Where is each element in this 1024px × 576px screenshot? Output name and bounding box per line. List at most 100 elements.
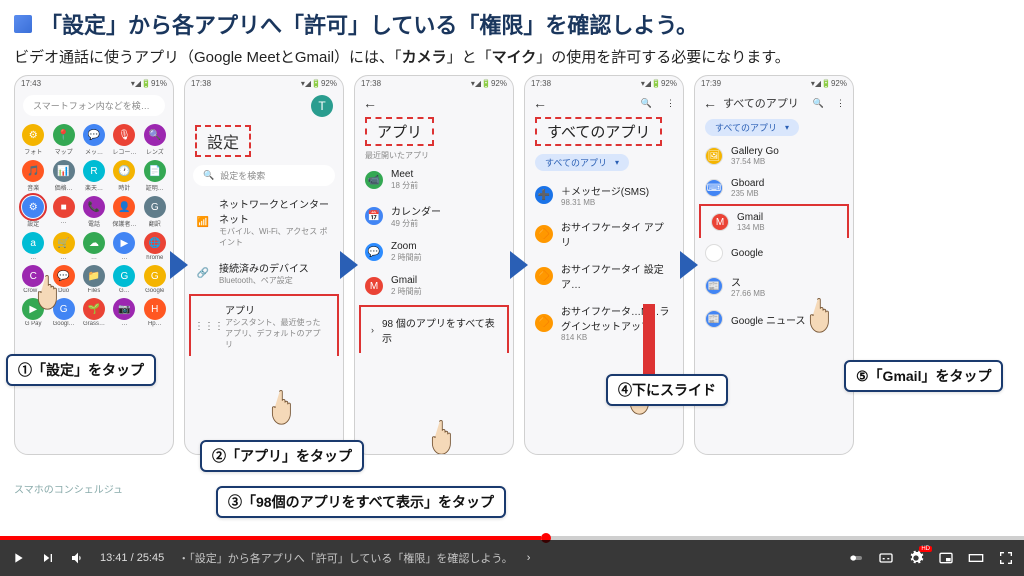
callout-4: ④下にスライド [606, 374, 728, 406]
hand-icon [267, 386, 303, 430]
app-cell[interactable]: 📍マップ [49, 124, 77, 156]
chevron-right-icon: › [527, 552, 531, 564]
settings-search[interactable]: 🔍 設定を検索 [193, 165, 335, 186]
app-cell[interactable]: ⚙設定 [19, 196, 47, 228]
settings-row[interactable]: 🔗接続済みのデバイスBluetooth、ペア設定 [185, 254, 343, 292]
app-row[interactable]: 💬Zoom2 時間前 [355, 235, 513, 269]
status-time: 17:38 [531, 79, 551, 88]
subtitle: ビデオ通話に使うアプリ（Google MeetとGmail）には、「カメラ」と「… [14, 46, 1010, 67]
app-cell[interactable]: 💬メッ… [80, 124, 108, 156]
subtitle-bold1: カメラ [402, 49, 447, 66]
app-cell[interactable]: R楽天… [80, 160, 108, 192]
app-cell[interactable]: ▶… [110, 232, 138, 261]
search-icon[interactable]: 🔍 [641, 98, 652, 109]
theater-button[interactable] [968, 550, 984, 566]
all-apps-list[interactable]: ➕＋メッセージ(SMS)98.31 MB🔶おサイフケータイ アプリ🔶おサイフケー… [525, 177, 683, 348]
slide-title: 「設定」から各アプリへ「許可」している「権限」を確認しよう。 [40, 8, 698, 40]
volume-button[interactable] [70, 550, 86, 566]
allapps-title-wrap: すべてのアプリ [525, 115, 683, 148]
more-icon[interactable]: ⋮ [666, 98, 675, 109]
app-cell[interactable]: 👤保護者… [110, 196, 138, 228]
app-row[interactable]: 📰ス27.66 MB [695, 268, 853, 304]
app-cell[interactable]: 📁Files [80, 265, 108, 294]
app-row[interactable]: MGmail134 MB [699, 204, 849, 238]
app-row[interactable]: 📅カレンダー49 分前 [355, 197, 513, 235]
app-cell[interactable]: 📷… [110, 298, 138, 327]
app-cell[interactable]: ☁… [80, 232, 108, 261]
play-button[interactable] [10, 550, 26, 566]
settings-title-wrap: 設定 [185, 121, 343, 161]
app-cell[interactable]: GGoogl… [49, 298, 77, 327]
app-cell[interactable]: 🎵音楽 [19, 160, 47, 192]
app-row[interactable]: 🖼Gallery Go37.54 MB [695, 140, 853, 172]
statusbar: 17:38 ▾◢🔋92% [525, 76, 683, 91]
app-cell[interactable]: 📄証明… [141, 160, 169, 192]
title-row: 「設定」から各アプリへ「許可」している「権限」を確認しよう。 [14, 8, 1010, 40]
status-time: 17:39 [701, 79, 721, 88]
app-row[interactable]: 🔶おサイフケータイ アプリ [525, 213, 683, 255]
settings-row[interactable]: ⋮⋮⋮アプリアシスタント、最近使ったアプリ、デフォルトのアプリ [189, 294, 339, 356]
back-icon[interactable] [703, 95, 717, 111]
app-cell[interactable]: 🎙レコー… [110, 124, 138, 156]
app-cell[interactable]: ■… [49, 196, 77, 228]
app-cell[interactable]: GGoogle [141, 265, 169, 294]
subtitle-bold2: マイク [492, 49, 537, 66]
search-icon[interactable]: 🔍 [813, 98, 824, 109]
more-icon[interactable]: ⋮ [836, 98, 845, 109]
app-row[interactable]: ⌨Gboard235 MB [695, 172, 853, 204]
statusbar: 17:39 ▾◢🔋92% [695, 76, 853, 91]
status-right: ▾◢🔋91% [131, 79, 167, 88]
settings-list: 📶ネットワークとインターネットモバイル、Wi-Fi、アクセス ポイント🔗接続済み… [185, 190, 343, 356]
video-player: 13:41 / 25:45 ・「設定」から各アプリへ「許可」している「権限」を確… [0, 540, 1024, 576]
app-cell[interactable]: 📞電話 [80, 196, 108, 228]
phone-header [355, 91, 513, 115]
autoplay-toggle[interactable] [848, 550, 864, 566]
status-time: 17:43 [21, 79, 41, 88]
app-cell[interactable]: 🌱Grass… [80, 298, 108, 327]
app-cell[interactable]: GG… [110, 265, 138, 294]
show-all-apps[interactable]: › 98 個のアプリをすべて表示 [359, 305, 509, 353]
app-row[interactable]: 📰Google ニュース [695, 304, 853, 334]
status-right: ▾◢🔋92% [811, 79, 847, 88]
app-cell[interactable]: 🔍レンズ [141, 124, 169, 156]
avatar[interactable]: T [311, 95, 333, 117]
back-icon[interactable] [363, 95, 377, 111]
status-right: ▾◢🔋92% [471, 79, 507, 88]
app-cell[interactable]: ⚙フォト [19, 124, 47, 156]
app-row[interactable]: MGmail2 時間前 [355, 269, 513, 303]
app-cell[interactable]: 🛒… [49, 232, 77, 261]
settings-button[interactable] [908, 550, 924, 566]
brand-label: スマホのコンシェルジュ [14, 481, 123, 496]
app-cell[interactable]: ▶G Pay [19, 298, 47, 327]
app-cell[interactable]: a… [19, 232, 47, 261]
back-icon[interactable] [533, 95, 547, 111]
app-cell[interactable]: HHp… [141, 298, 169, 327]
phone-2: 17:38 ▾◢🔋92% T 設定 🔍 設定を検索 📶ネットワークとインターネッ… [184, 75, 344, 455]
app-grid[interactable]: ⚙フォト📍マップ💬メッ…🎙レコー…🔍レンズ 🎵音楽📊価格…R楽天…🕐時計📄証明… ⚙… [15, 120, 173, 331]
arrow-icon [340, 251, 358, 279]
all-apps-list[interactable]: 🖼Gallery Go37.54 MB⌨Gboard235 MBMGmail13… [695, 140, 853, 334]
miniplayer-button[interactable] [938, 550, 954, 566]
settings-row[interactable]: 📶ネットワークとインターネットモバイル、Wi-Fi、アクセス ポイント [185, 190, 343, 254]
subtitle-post: 」の使用を許可する必要になります。 [536, 49, 790, 66]
app-row[interactable]: 🔶おサイフケータ…M…ラグインセットアップ814 KB [525, 297, 683, 348]
slide: 「設定」から各アプリへ「許可」している「権限」を確認しよう。 ビデオ通話に使うア… [0, 0, 1024, 540]
video-title: ・「設定」から各アプリへ「許可」している「権限」を確認しよう。 [178, 550, 513, 566]
app-row[interactable]: ➕＋メッセージ(SMS)98.31 MB [525, 177, 683, 213]
captions-button[interactable] [878, 550, 894, 566]
app-cell[interactable]: G翻訳 [141, 196, 169, 228]
filter-pill[interactable]: すべてのアプリ [535, 154, 629, 171]
filter-pill[interactable]: すべてのアプリ [705, 119, 799, 136]
app-row[interactable]: 📹Meet18 分前 [355, 163, 513, 197]
app-cell[interactable]: 📊価格… [49, 160, 77, 192]
app-cell[interactable]: 💬Duo [49, 265, 77, 294]
app-cell[interactable]: 🕐時計 [110, 160, 138, 192]
app-cell[interactable]: 🌐hrome [141, 232, 169, 261]
search-input[interactable]: スマートフォン内などを検… [23, 95, 165, 116]
phone-header: すべてのアプリ 🔍 ⋮ [695, 91, 853, 115]
app-row[interactable]: 🔶おサイフケータイ 設定ア… [525, 255, 683, 297]
app-cell[interactable]: CCrow… [19, 265, 47, 294]
app-row[interactable]: GGoogle [695, 238, 853, 268]
fullscreen-button[interactable] [998, 550, 1014, 566]
next-button[interactable] [40, 550, 56, 566]
